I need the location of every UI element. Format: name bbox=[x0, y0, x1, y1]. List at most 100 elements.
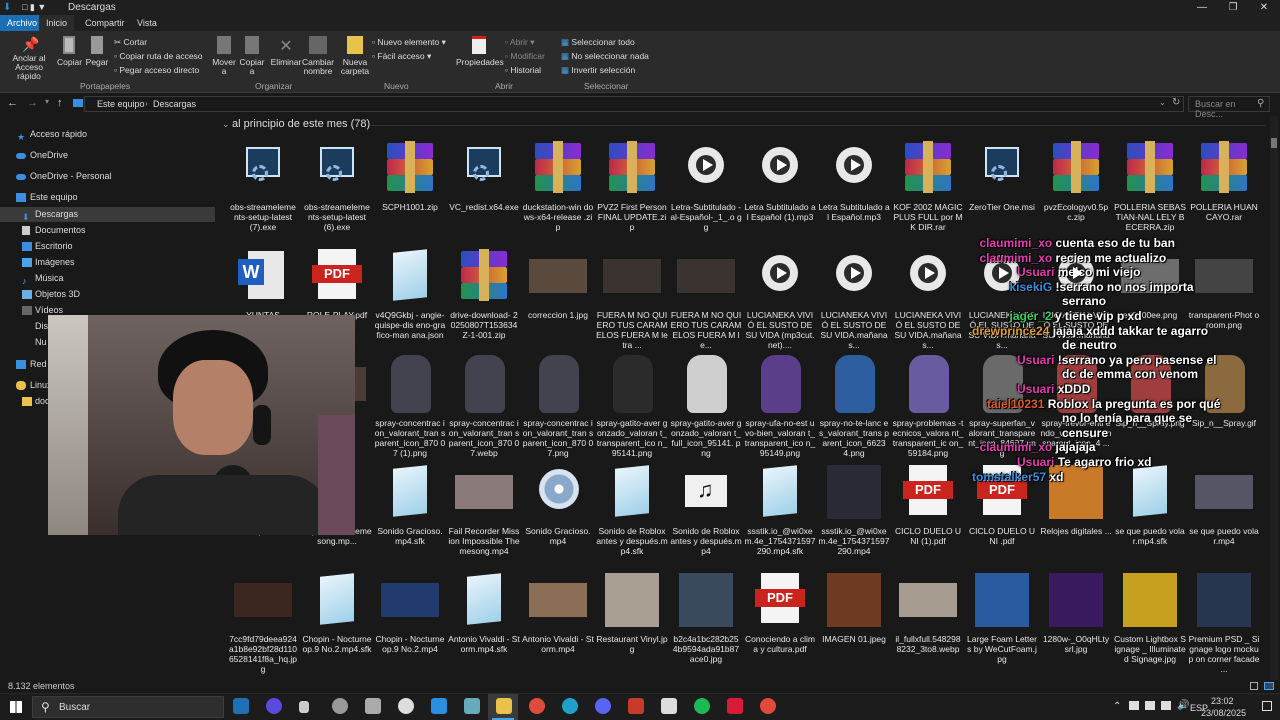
file-item[interactable]: spray-trevor-enti endo_valorant_tr anspa… bbox=[1040, 353, 1112, 448]
file-item[interactable]: obs-streameleme nts-setup-latest (6).exe bbox=[301, 137, 373, 232]
nav-escritorio[interactable]: Escritorio bbox=[0, 239, 215, 254]
vpn-icon[interactable] bbox=[431, 698, 447, 714]
cut-button[interactable]: ✂ Cortar bbox=[114, 37, 147, 47]
nav-acceso-rapido[interactable]: ★ Acceso rápido bbox=[0, 127, 215, 142]
file-item[interactable]: Letra Subtitulado al Español (1).mp3 bbox=[744, 137, 816, 222]
up-icon[interactable]: ↑ bbox=[57, 97, 63, 109]
address-dropdown-icon[interactable]: ⌄ bbox=[1159, 98, 1166, 107]
app-icon[interactable] bbox=[727, 698, 743, 714]
file-item[interactable]: ssstik.io_@wi0xe m.4e_1754371597 290.mp4… bbox=[744, 461, 816, 556]
file-item[interactable]: Sonido Gracioso.mp4 bbox=[522, 461, 594, 546]
file-item[interactable]: ZeroTier One.msi bbox=[966, 137, 1038, 212]
breadcrumb-descargas[interactable]: Descargas bbox=[153, 99, 196, 109]
move-to-button[interactable]: Mover a bbox=[210, 36, 238, 76]
file-item[interactable]: LUCIANEKA VIVIÓ EL SUSTO DE SU VIDA.maña… bbox=[818, 245, 890, 350]
file-item[interactable]: spray-problemas -tecnicos_valora nt_tran… bbox=[892, 353, 964, 458]
file-item[interactable]: ssstik.io_@wi0xe m.4e_1754371597 290.mp4 bbox=[818, 461, 890, 556]
file-item[interactable]: se que puedo volar.mp4.sfk bbox=[1114, 461, 1186, 546]
paste-button[interactable]: Pegar bbox=[85, 36, 109, 67]
file-item[interactable]: Sonido Gracioso.mp4.sfk bbox=[374, 461, 446, 546]
file-item[interactable]: spray-ufa-no-est uvo-bien_valoran t_tran… bbox=[744, 353, 816, 458]
file-item[interactable]: LUCIANEKA VIVIÓ EL SUSTO DE SU VIDA.maña… bbox=[1040, 245, 1112, 350]
nav-objetos-3d[interactable]: Objetos 3D bbox=[0, 287, 215, 302]
file-item[interactable]: Letra Subtitulado al Español.mp3 bbox=[818, 137, 890, 222]
shield-icon[interactable] bbox=[299, 701, 309, 713]
file-item[interactable]: LUCIANEKA VIVIÓ EL SUSTO DE SU VIDA.maña… bbox=[966, 245, 1038, 350]
app-icon[interactable] bbox=[628, 698, 644, 714]
pin-button[interactable]: 📌 Anclar al Acceso rápido bbox=[4, 36, 54, 81]
large-icons-view-icon[interactable] bbox=[1264, 682, 1274, 690]
nav-onedrive-personal[interactable]: OneDrive - Personal bbox=[0, 169, 215, 184]
file-item[interactable]: correccion 1.jpg bbox=[522, 245, 594, 320]
back-icon[interactable]: ← bbox=[7, 97, 18, 109]
nav-documentos[interactable]: Documentos bbox=[0, 223, 215, 238]
clock-time[interactable]: 23:02 bbox=[1211, 696, 1234, 706]
file-item[interactable]: spray-concentrac ion_valorant_tran spare… bbox=[448, 353, 520, 458]
file-item[interactable]: POLLERIA HUANCAYO.rar bbox=[1188, 137, 1260, 222]
edit-button[interactable]: ▫ Modificar bbox=[505, 51, 545, 61]
file-item[interactable]: WYUNTAS bbox=[227, 245, 299, 320]
file-item[interactable]: Premium PSD _ Signage logo mockup on cor… bbox=[1188, 569, 1260, 674]
file-item[interactable]: Chopin - Nocturne op.9 No.2.mp4 bbox=[374, 569, 446, 654]
select-all-button[interactable]: ▦ Seleccionar todo bbox=[561, 37, 635, 47]
maximize-button[interactable]: ❐ bbox=[1218, 0, 1248, 15]
file-item[interactable]: Sip_n__Spray.gif bbox=[1188, 353, 1260, 428]
file-item[interactable]: Relojes digitales ... bbox=[1040, 461, 1112, 536]
file-item[interactable]: PDF CICLO DUELO UNI (1).pdf bbox=[892, 461, 964, 546]
select-none-button[interactable]: ▦ No seleccionar nada bbox=[561, 51, 649, 61]
tab-vista[interactable]: Vista bbox=[130, 15, 164, 31]
file-item[interactable]: 1280w-_O0qHLty srl.jpg bbox=[1040, 569, 1112, 654]
file-item[interactable]: Letra-Subtitulado -al-Español-_1_.o gg bbox=[670, 137, 742, 232]
new-folder-button[interactable]: Nueva carpeta bbox=[340, 36, 370, 76]
quick-access-toolbar[interactable]: □ ▮ ▼ bbox=[22, 2, 62, 13]
tab-compartir[interactable]: Compartir bbox=[78, 15, 132, 31]
monitor-icon[interactable] bbox=[1161, 701, 1171, 710]
file-item[interactable]: PDFROLE-PLAY.pdf bbox=[301, 245, 373, 320]
copy-path-button[interactable]: ▫ Copiar ruta de acceso bbox=[114, 51, 203, 61]
tab-inicio[interactable]: Inicio bbox=[39, 15, 75, 31]
file-item[interactable]: KOF 2002 MAGIC PLUS FULL por MK DIR.rar bbox=[892, 137, 964, 232]
vscode-icon[interactable] bbox=[233, 698, 249, 714]
nav-este-equipo[interactable]: Este equipo bbox=[0, 190, 215, 205]
scrollbar-thumb[interactable] bbox=[1271, 138, 1277, 148]
rename-button[interactable]: Cambiar nombre bbox=[302, 36, 334, 76]
history-button[interactable]: ▫ Historial bbox=[505, 65, 541, 75]
file-item[interactable]: drive-download- 20250807T153634 Z-1-001.… bbox=[448, 245, 520, 340]
file-item[interactable]: PVZ2 First Person FINAL UPDATE.zip bbox=[596, 137, 668, 232]
nav-musica[interactable]: ♪ Música bbox=[0, 271, 215, 286]
file-item[interactable]: b2c4a1bc282b25 4b9594ada91b87 ace0.jpg bbox=[670, 569, 742, 664]
file-item[interactable]: Antonio Vivaldi - Storm.mp4.sfk bbox=[448, 569, 520, 654]
delete-button[interactable]: ✕ Eliminar bbox=[270, 36, 302, 67]
edge-icon[interactable] bbox=[562, 698, 578, 714]
file-item[interactable]: spray-gatito-aver gonzado_valoran t_full… bbox=[670, 353, 742, 458]
file-item[interactable]: Sip_n__Spray.png bbox=[1114, 353, 1186, 428]
file-item[interactable]: spray-superfan_v alorant_transpare nt_ic… bbox=[966, 353, 1038, 458]
easy-access-button[interactable]: ▫ Fácil acceso ▾ bbox=[372, 51, 431, 61]
file-item[interactable]: PDF CICLO DUELO UNI .pdf bbox=[966, 461, 1038, 546]
file-item[interactable]: LUCIANEKA VIVIÓ EL SUSTO DE SU VIDA.maña… bbox=[892, 245, 964, 350]
file-item[interactable]: 7cc9fd79deea924 a1b8e92bf28d110 6528141f… bbox=[227, 569, 299, 674]
chrome-icon[interactable] bbox=[529, 698, 545, 714]
file-item[interactable]: duckstation-win dows-x64-release .zip bbox=[522, 137, 594, 232]
invert-selection-button[interactable]: ▦ Invertir selección bbox=[561, 65, 635, 75]
tool-icon[interactable] bbox=[332, 698, 348, 714]
file-item[interactable]: spray-concentrac ion_valorant_tran spare… bbox=[374, 353, 446, 458]
app-icon[interactable] bbox=[661, 698, 677, 714]
open-button[interactable]: ▫ Abrir ▾ bbox=[505, 37, 535, 47]
file-item[interactable]: ed0000ee.png bbox=[1114, 245, 1186, 320]
address-box[interactable] bbox=[84, 96, 1184, 112]
forward-icon[interactable]: → bbox=[27, 97, 38, 109]
file-item[interactable]: Chopin - Nocturne op.9 No.2.mp4.sfk bbox=[301, 569, 373, 654]
volume-icon[interactable]: 🔊 bbox=[1177, 700, 1189, 711]
file-item[interactable]: pvzEcologyv0.5p c.zip bbox=[1040, 137, 1112, 222]
recent-icon[interactable]: ▾ bbox=[45, 97, 49, 106]
app-icon[interactable] bbox=[266, 698, 282, 714]
file-item[interactable]: FUERA M NO QUIERO TUS CARAMELOS FUERA M … bbox=[596, 245, 668, 350]
file-item[interactable]: Large Foam Letters by WeCutFoam.jpg bbox=[966, 569, 1038, 664]
discord-icon[interactable] bbox=[595, 698, 611, 714]
close-button[interactable]: ✕ bbox=[1249, 0, 1279, 15]
breadcrumb-este-equipo[interactable]: Este equipo bbox=[97, 99, 145, 109]
file-item[interactable]: FUERA M NO QUIERO TUS CARAMELOS FUERA M … bbox=[670, 245, 742, 350]
file-item[interactable]: Restaurant Vinyl.jpg bbox=[596, 569, 668, 654]
file-item[interactable]: transparent-Phot oroom.png bbox=[1188, 245, 1260, 330]
